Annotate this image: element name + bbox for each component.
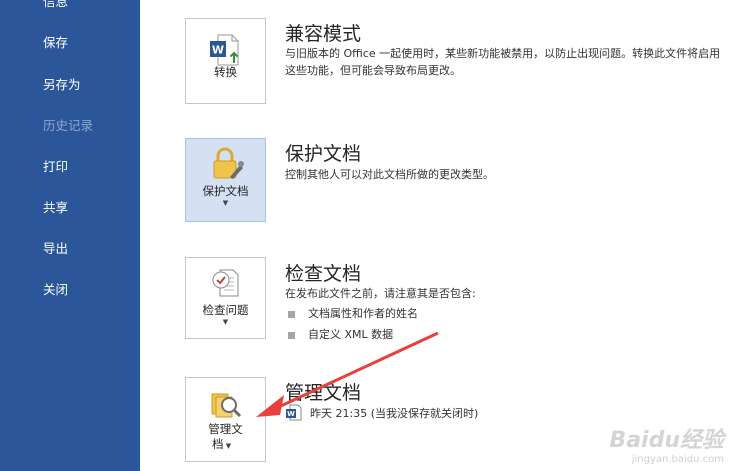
inspect-bullet-item: 文档属性和作者的姓名 — [288, 305, 418, 321]
compat-title: 兼容模式 — [285, 23, 362, 45]
nav-export[interactable]: 导出 — [0, 231, 140, 267]
inspect-bullet-text: 文档属性和作者的姓名 — [308, 307, 418, 320]
compat-description: 与旧版本的 Office 一起使用时，某些新功能被禁用，以防止出现问题。转换此文… — [285, 47, 721, 77]
convert-button[interactable]: W 转换 — [185, 18, 266, 104]
info-panel: W 转换 兼容模式 与旧版本的 Office 一起使用时，某些新功能被禁用，以防… — [140, 0, 734, 471]
nav-save-as[interactable]: 另存为 — [0, 67, 140, 103]
manage-document-icon — [211, 393, 242, 418]
nav-share[interactable]: 共享 — [0, 190, 140, 226]
bullet-square-icon — [288, 310, 295, 318]
baidu-watermark: Baidu经验 jingyan.baidu.com — [609, 422, 724, 465]
chevron-down-icon: ▼ — [222, 199, 229, 207]
nav-info[interactable]: 信息 — [0, 0, 140, 10]
svg-text:W: W — [212, 44, 224, 57]
nav-save[interactable]: 保存 — [0, 25, 140, 61]
manage-document-label-line2: 档 ▼ — [211, 437, 232, 451]
word-convert-icon: W — [210, 34, 239, 66]
nav-close[interactable]: 关闭 — [0, 272, 140, 308]
red-arrow-annotation — [256, 331, 439, 417]
chevron-down-icon: ▼ — [223, 442, 232, 450]
watermark-brand: Baidu经验 — [609, 428, 724, 453]
inspect-document-icon — [212, 269, 239, 297]
check-for-issues-label: 检查问题 — [202, 303, 249, 317]
protect-description: 控制其他人可以对此文档所做的更改类型。 — [285, 168, 494, 181]
nav-history: 历史记录 — [43, 118, 94, 133]
inspect-description: 在发布此文件之前，请注意其是否包含: — [285, 287, 476, 300]
watermark-url: jingyan.baidu.com — [631, 454, 724, 465]
protect-document-button[interactable]: 保护文档 ▼ — [185, 138, 266, 222]
protect-document-label: 保护文档 — [202, 184, 249, 198]
convert-label: 转换 — [214, 65, 237, 79]
inspect-title: 检查文档 — [285, 263, 362, 285]
nav-print[interactable]: 打印 — [0, 149, 140, 185]
lock-key-icon — [213, 147, 244, 179]
protect-title: 保护文档 — [285, 143, 362, 165]
backstage-sidebar: 信息 保存 另存为 历史记录 打印 共享 导出 关闭 — [0, 0, 140, 471]
